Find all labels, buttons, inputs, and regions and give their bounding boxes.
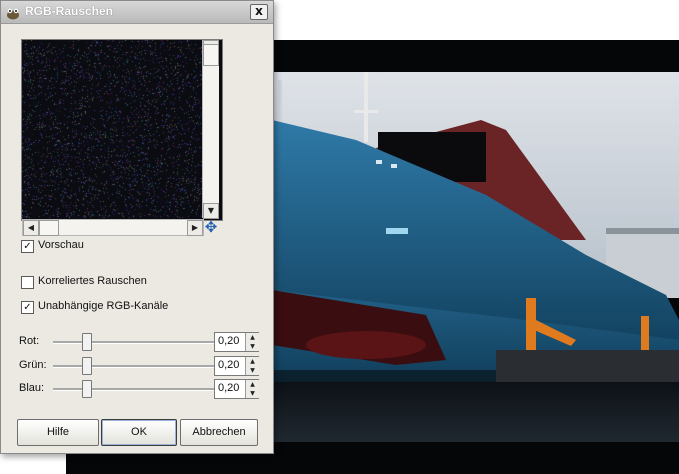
ok-button[interactable]: OK [101, 419, 177, 446]
slider-green: Grün: 0,20 ▲ ▼ [19, 355, 264, 377]
spin-arrows-icon[interactable]: ▲ ▼ [245, 357, 259, 375]
slider-blue-value[interactable]: 0,20 [218, 382, 239, 394]
cancel-button[interactable]: Abbrechen [180, 419, 258, 446]
preview-vertical-scrollbar[interactable]: ▲ ▼ [202, 40, 219, 219]
slider-red-track[interactable] [53, 341, 217, 344]
title-bar[interactable]: RGB-Rauschen x [1, 1, 273, 24]
slider-red-value[interactable]: 0,20 [218, 335, 239, 347]
slider-green-thumb[interactable] [81, 357, 92, 375]
dialog-title: RGB-Rauschen [25, 4, 114, 18]
spin-arrows-icon[interactable]: ▲ ▼ [245, 380, 259, 398]
noise-preview-canvas [22, 40, 202, 218]
independent-rgb-label: Unabhängige RGB-Kanäle [38, 300, 169, 312]
slider-red: Rot: 0,20 ▲ ▼ [19, 331, 264, 353]
independent-rgb-checkbox[interactable]: ✓ [21, 301, 34, 314]
slider-green-track[interactable] [53, 365, 217, 368]
scroll-right-icon[interactable]: ▶ [187, 220, 203, 236]
correlated-noise-checkbox[interactable] [21, 276, 34, 289]
slider-red-thumb[interactable] [81, 333, 92, 351]
slider-blue-label: Blau: [19, 382, 45, 394]
navigate-cross-icon[interactable]: ✥ [203, 220, 219, 235]
help-button[interactable]: Hilfe [17, 419, 99, 446]
preview-horizontal-scrollbar[interactable]: ◀ ▶ [22, 219, 204, 236]
slider-blue: Blau: 0,20 ▲ ▼ [19, 378, 264, 400]
preview-label: Vorschau [38, 239, 84, 251]
slider-blue-track[interactable] [53, 388, 217, 391]
slider-green-spinbox[interactable]: 0,20 ▲ ▼ [214, 356, 259, 376]
scroll-down-icon[interactable]: ▼ [203, 203, 219, 219]
slider-green-value[interactable]: 0,20 [218, 359, 239, 371]
close-button[interactable]: x [250, 4, 268, 20]
rgb-noise-dialog: RGB-Rauschen x ▲ ▼ ◀ ▶ ✥ ✓ Vorschau Korr… [0, 0, 274, 454]
scroll-h-thumb[interactable] [39, 220, 59, 236]
gimp-wilber-icon [5, 5, 21, 20]
scroll-thumb[interactable] [203, 44, 219, 66]
preview-checkbox[interactable]: ✓ [21, 240, 34, 253]
slider-blue-spinbox[interactable]: 0,20 ▲ ▼ [214, 379, 259, 399]
noise-preview[interactable] [21, 39, 223, 221]
spin-arrows-icon[interactable]: ▲ ▼ [245, 333, 259, 351]
slider-blue-thumb[interactable] [81, 380, 92, 398]
slider-red-label: Rot: [19, 335, 40, 347]
slider-red-spinbox[interactable]: 0,20 ▲ ▼ [214, 332, 259, 352]
correlated-noise-label: Korreliertes Rauschen [38, 275, 147, 287]
scroll-left-icon[interactable]: ◀ [23, 220, 39, 236]
slider-green-label: Grün: [19, 359, 47, 371]
